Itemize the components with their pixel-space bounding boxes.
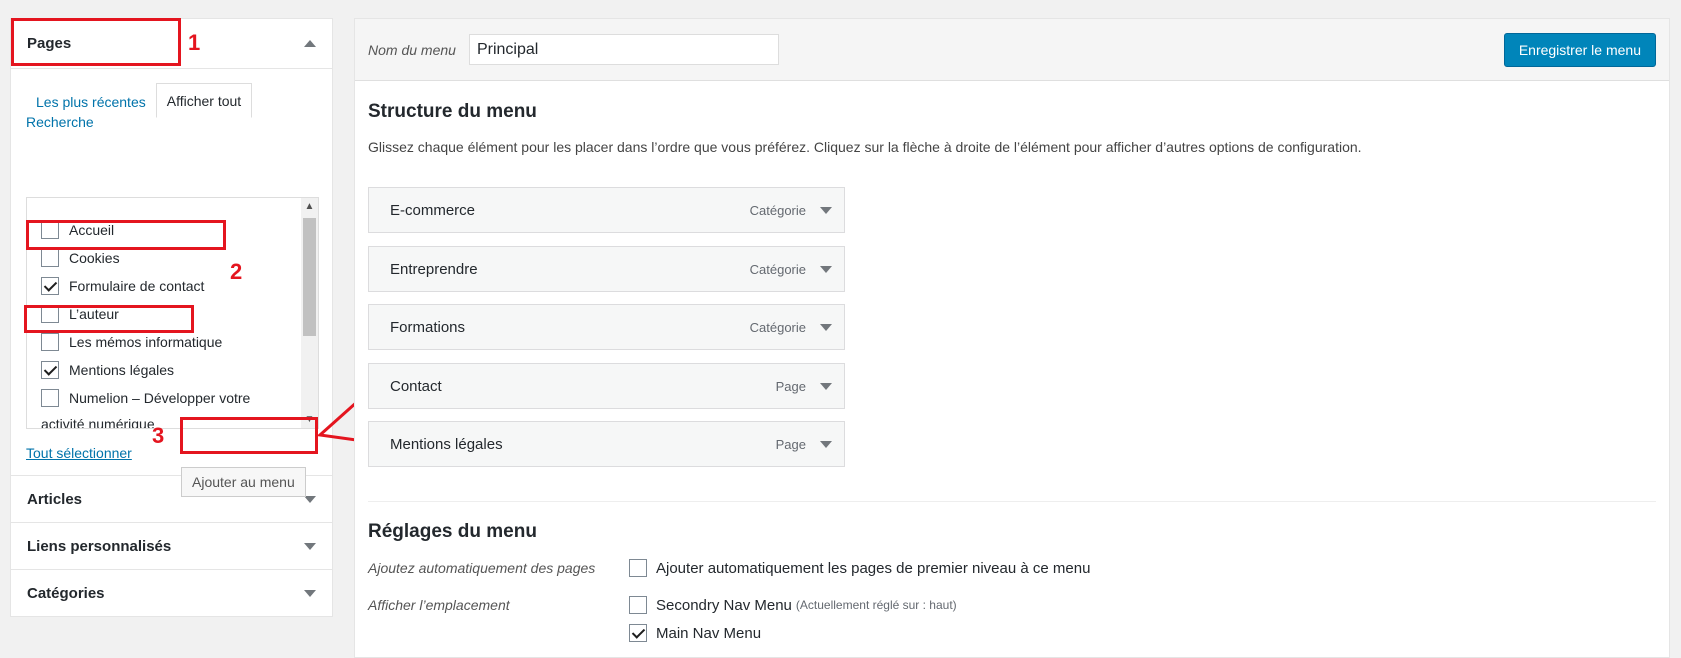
caret-down-icon bbox=[304, 542, 316, 550]
caret-down-icon bbox=[304, 495, 316, 503]
annotation-number: 3 bbox=[152, 423, 165, 448]
menu-item[interactable]: Mentions légales Page bbox=[368, 421, 845, 467]
categories-accordion-header[interactable]: Catégories bbox=[11, 569, 332, 616]
scrollbar[interactable]: ▲ ▼ bbox=[301, 198, 318, 428]
list-item[interactable]: Mentions légales bbox=[27, 356, 300, 384]
menu-item-type: Page bbox=[775, 436, 806, 452]
caret-down-icon bbox=[304, 589, 316, 597]
list-item[interactable]: Numelion – Développer votre bbox=[27, 384, 300, 412]
menu-item-title: Entreprendre bbox=[390, 260, 478, 278]
menu-item[interactable]: Contact Page bbox=[368, 363, 845, 409]
menu-item-type: Catégorie bbox=[749, 261, 806, 277]
menu-item-type: Catégorie bbox=[749, 202, 806, 218]
section-title: Catégories bbox=[27, 584, 105, 602]
menu-item-type: Page bbox=[775, 378, 806, 394]
list-item-label: activité numérique bbox=[41, 416, 155, 429]
checkbox[interactable] bbox=[41, 361, 59, 379]
checkbox[interactable] bbox=[629, 559, 647, 577]
location-option-label: Secondry Nav Menu bbox=[656, 596, 792, 614]
list-item-label: Cookies bbox=[69, 250, 120, 266]
section-title: Articles bbox=[27, 490, 83, 508]
custom-links-accordion-header[interactable]: Liens personnalisés bbox=[11, 522, 332, 569]
caret-down-icon[interactable] bbox=[820, 323, 832, 331]
menu-item-title: Formations bbox=[390, 318, 466, 336]
auto-add-label: Ajoutez automatiquement des pages bbox=[368, 560, 596, 576]
auto-add-option-label: Ajouter automatiquement les pages de pre… bbox=[656, 559, 1091, 577]
checkbox[interactable] bbox=[629, 596, 647, 614]
caret-down-icon[interactable] bbox=[820, 382, 832, 390]
menu-item-title: Contact bbox=[390, 377, 442, 395]
save-menu-button[interactable]: Enregistrer le menu bbox=[1503, 33, 1656, 67]
caret-down-icon[interactable] bbox=[820, 206, 832, 214]
menu-item[interactable]: E-commerce Catégorie bbox=[368, 187, 845, 233]
annotation-box bbox=[24, 305, 194, 333]
menu-item[interactable]: Formations Catégorie bbox=[368, 304, 845, 350]
pages-accordion-body: Les plus récentes Afficher tout Recherch… bbox=[11, 69, 332, 497]
settings-title: Réglages du menu bbox=[368, 521, 537, 542]
add-to-menu-button[interactable]: Ajouter au menu bbox=[181, 467, 306, 497]
pages-tabs: Les plus récentes Afficher tout bbox=[26, 83, 317, 118]
menu-item-type: Catégorie bbox=[749, 319, 806, 335]
list-item-label: Mentions légales bbox=[69, 362, 175, 378]
location-option[interactable]: Main Nav Menu bbox=[629, 624, 761, 642]
annotation-number: 1 bbox=[188, 30, 201, 55]
caret-down-icon[interactable] bbox=[820, 265, 832, 273]
location-option[interactable]: Secondry Nav Menu (Actuellement réglé su… bbox=[629, 596, 957, 614]
annotation-box bbox=[11, 18, 181, 66]
list-item-label: Formulaire de contact bbox=[69, 278, 205, 294]
annotation-number: 2 bbox=[230, 259, 243, 284]
list-item-label: Les mémos informatique bbox=[69, 334, 223, 350]
scroll-up-icon[interactable]: ▲ bbox=[301, 198, 318, 215]
checkbox[interactable] bbox=[41, 333, 59, 351]
menu-editor: Nom du menu Principal Enregistrer le men… bbox=[354, 18, 1670, 658]
location-option-note: (Actuellement réglé sur : haut) bbox=[795, 598, 957, 612]
list-item-label: Numelion – Développer votre bbox=[69, 390, 251, 406]
caret-up-icon bbox=[304, 40, 316, 47]
menu-item-title: Mentions légales bbox=[390, 435, 503, 453]
list-item[interactable]: Formulaire de contact bbox=[27, 272, 300, 300]
checkbox[interactable] bbox=[629, 624, 647, 642]
tab-recent[interactable]: Les plus récentes bbox=[26, 84, 156, 118]
checkbox[interactable] bbox=[41, 277, 59, 295]
location-option-label: Main Nav Menu bbox=[656, 624, 762, 642]
tab-all[interactable]: Afficher tout bbox=[155, 83, 253, 118]
section-title: Liens personnalisés bbox=[27, 537, 172, 555]
divider bbox=[368, 501, 1656, 502]
menu-name-label: Nom du menu bbox=[368, 41, 456, 58]
checkbox[interactable] bbox=[41, 249, 59, 267]
menu-name-input[interactable]: Principal bbox=[468, 34, 779, 65]
caret-down-icon[interactable] bbox=[820, 440, 832, 448]
annotation-box bbox=[26, 220, 226, 250]
menu-item[interactable]: Entreprendre Catégorie bbox=[368, 246, 845, 292]
select-all-link[interactable]: Tout sélectionner bbox=[26, 445, 132, 461]
location-label: Afficher l’emplacement bbox=[368, 597, 510, 613]
menu-item-title: E-commerce bbox=[390, 201, 476, 219]
menu-header: Nom du menu Principal Enregistrer le men… bbox=[355, 19, 1669, 81]
scroll-thumb[interactable] bbox=[303, 218, 316, 336]
checkbox[interactable] bbox=[41, 389, 59, 407]
annotation-box bbox=[180, 417, 318, 454]
structure-description: Glissez chaque élément pour les placer d… bbox=[368, 139, 1362, 155]
structure-title: Structure du menu bbox=[368, 101, 537, 122]
auto-add-option[interactable]: Ajouter automatiquement les pages de pre… bbox=[629, 559, 1090, 577]
